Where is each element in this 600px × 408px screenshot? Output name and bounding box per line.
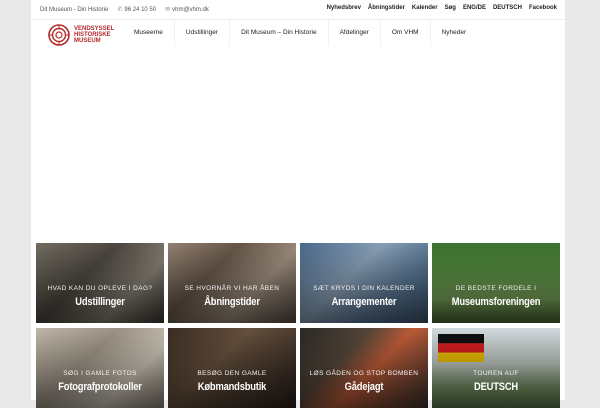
tile-puzzle-hunt[interactable]: Løs gåden og stop bomben Gådejagt [300, 328, 428, 408]
tile-subtitle: Søg i gamle fotos [63, 370, 137, 377]
tile-title: Fotografprotokoller [58, 381, 142, 393]
link-opening-hours[interactable]: Åbningstider [368, 5, 405, 11]
tile-overlay [432, 328, 560, 408]
link-eng-de[interactable]: ENG/DE [463, 5, 486, 11]
nav-about[interactable]: Om VHM [379, 20, 430, 46]
logo-wordmark: Vendsyssel Historiske Museum [74, 26, 114, 44]
phone-number: 96 24 10 50 [124, 7, 157, 13]
tile-events[interactable]: Sæt kryds i din kalender Arrangementer [300, 243, 428, 323]
link-newsletter[interactable]: Nyhedsbrev [327, 5, 361, 11]
main-nav: Museerne Udstillinger Dit Museum – Din H… [123, 20, 477, 46]
tile-opening-hours[interactable]: Se hvornår vi har åben Åbningstider [168, 243, 296, 323]
link-deutsch[interactable]: DEUTSCH [493, 5, 522, 11]
link-facebook[interactable]: Facebook [529, 5, 557, 11]
tile-title: Museumsforeningen [451, 296, 541, 308]
tile-title: DEUTSCH [473, 381, 519, 393]
tile-title: Købmandsbutik [197, 381, 267, 393]
tile-title: Åbningstider [204, 296, 260, 308]
tile-grocery-shop[interactable]: Besøg den gamle Købmandsbutik [168, 328, 296, 408]
tile-subtitle: De bedste fordele i [455, 285, 537, 292]
utility-links: Nyhedsbrev Åbningstider Kalender Søg ENG… [327, 5, 557, 11]
mail-icon: ✉ [165, 7, 171, 13]
tile-photo-records[interactable]: Søg i gamle fotos Fotografprotokoller [36, 328, 164, 408]
link-search[interactable]: Søg [445, 5, 456, 11]
tile-overlay [168, 243, 296, 323]
nav-exhibitions[interactable]: Udstillinger [173, 20, 229, 46]
nav-museums[interactable]: Museerne [123, 20, 174, 46]
site-tagline: Dit Museum - Din Historie [40, 6, 109, 13]
email-address: vhm@vhm.dk [172, 7, 209, 13]
nav-your-museum[interactable]: Dit Museum – Din Historie [229, 20, 328, 46]
contact-info: Dit Museum - Din Historie ✆ 96 24 10 50 ✉… [40, 6, 209, 14]
tile-exhibitions[interactable]: Hvad kan du opleve i dag? Udstillinger [36, 243, 164, 323]
tile-overlay [300, 243, 428, 323]
tile-subtitle: Touren auf [473, 370, 519, 377]
tile-museum-society[interactable]: De bedste fordele i Museumsforeningen [432, 243, 560, 323]
nav-news[interactable]: Nyheder [429, 20, 478, 46]
tile-subtitle: Besøg den gamle [197, 370, 267, 377]
tile-overlay [300, 328, 428, 408]
top-bar: Dit Museum - Din Historie ✆ 96 24 10 50 ✉… [31, 0, 565, 19]
hero-banner [31, 48, 565, 240]
tile-overlay [432, 243, 560, 323]
tile-subtitle: Løs gåden og stop bomben [309, 370, 419, 377]
logo-emblem-icon [48, 24, 70, 46]
tile-deutsch[interactable]: Touren auf DEUTSCH [432, 328, 560, 408]
email-link[interactable]: ✉ vhm@vhm.dk [165, 6, 209, 13]
phone-icon: ✆ [117, 7, 123, 13]
tile-overlay [168, 328, 296, 408]
tile-subtitle: Hvad kan du opleve i dag? [47, 285, 153, 292]
phone-link[interactable]: ✆ 96 24 10 50 [117, 6, 156, 13]
tile-overlay [36, 243, 164, 323]
nav-departments[interactable]: Afdelinger [327, 20, 380, 46]
logo-line: Museum [74, 38, 101, 44]
tile-subtitle: Se hvornår vi har åben [184, 285, 280, 292]
link-calendar[interactable]: Kalender [412, 5, 438, 11]
museum-logo[interactable]: Vendsyssel Historiske Museum [48, 24, 114, 46]
tile-subtitle: Sæt kryds i din kalender [313, 285, 415, 292]
page: Dit Museum - Din Historie ✆ 96 24 10 50 ✉… [31, 0, 565, 408]
tile-overlay [36, 328, 164, 408]
tile-title: Udstillinger [75, 296, 125, 308]
tile-title: Arrangementer [331, 296, 397, 308]
tile-title: Gådejagt [344, 381, 384, 393]
